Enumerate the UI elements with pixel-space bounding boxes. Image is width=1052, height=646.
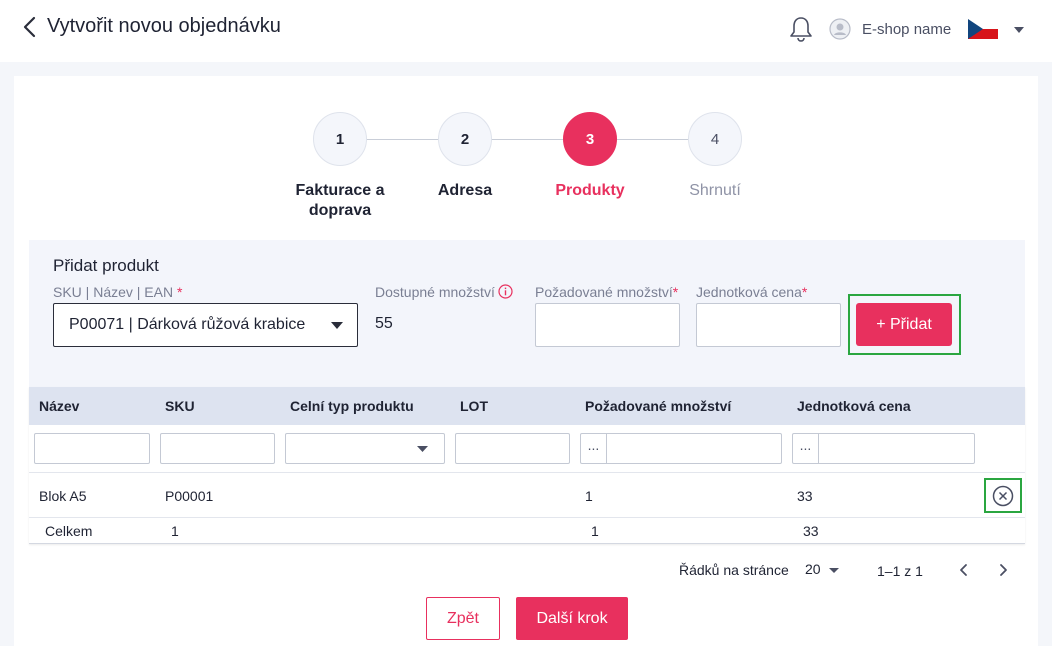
filter-quantity-range[interactable]: ... <box>580 433 782 464</box>
step-connector <box>616 139 688 140</box>
filter-unit-price-range[interactable]: ... <box>792 433 975 464</box>
step-3-label: Produkty <box>555 182 625 199</box>
rows-per-page-select[interactable]: 20 <box>805 561 841 581</box>
chevron-down-icon <box>829 568 839 573</box>
filter-name-input[interactable] <box>34 433 150 464</box>
step-1-label: Fakturace a doprava <box>295 182 385 219</box>
close-circle-icon <box>992 485 1014 506</box>
column-header-sku[interactable]: SKU <box>165 398 195 414</box>
info-icon[interactable] <box>498 284 513 299</box>
step-1-circle[interactable]: 1 <box>313 112 367 166</box>
pagination-range: 1–1 z 1 <box>877 563 923 579</box>
next-step-button[interactable]: Další krok <box>516 597 628 640</box>
step-4-label: Shrnutí <box>689 182 741 199</box>
requested-quantity-input[interactable] <box>535 303 680 347</box>
available-label: Dostupné množství <box>375 284 513 300</box>
unit-price-label: Jednotková cena* <box>696 284 808 300</box>
table-row: Blok A5 P00001 1 33 <box>29 474 1025 518</box>
back-button[interactable]: Zpět <box>426 597 500 640</box>
rows-per-page-label: Řádků na stránce <box>679 562 789 578</box>
filter-customs-type-select[interactable] <box>285 433 445 464</box>
rows-per-page-value: 20 <box>805 561 821 577</box>
total-row: Celkem 1 1 33 <box>29 519 1025 543</box>
chevron-down-icon <box>331 322 343 329</box>
sku-select[interactable]: P00071 | Dárková růžová krabice <box>53 303 358 347</box>
back-arrow-icon[interactable] <box>20 14 42 40</box>
step-4-circle: 4 <box>688 112 742 166</box>
cell-unit-price: 33 <box>797 488 813 504</box>
total-sku: 1 <box>171 523 179 539</box>
table-header: Název SKU Celní typ produktu LOT Požadov… <box>29 387 1025 425</box>
step-3-circle[interactable]: 3 <box>563 112 617 166</box>
column-header-name[interactable]: Název <box>39 398 79 414</box>
bell-icon[interactable] <box>788 15 814 43</box>
user-avatar-icon[interactable] <box>829 18 851 40</box>
remove-row-button[interactable] <box>984 478 1022 513</box>
filter-row: ... ... <box>29 425 1025 473</box>
filter-sku-input[interactable] <box>160 433 275 464</box>
column-header-unit-price[interactable]: Jednotková cena <box>797 398 911 414</box>
column-header-customs-type[interactable]: Celní typ produktu <box>290 398 414 414</box>
cell-sku: P00001 <box>165 488 214 504</box>
cell-quantity: 1 <box>585 488 593 504</box>
page-title: Vytvořit novou objednávku <box>47 15 281 37</box>
sku-label: SKU | Název | EAN * <box>53 284 183 300</box>
chevron-down-icon <box>417 446 428 452</box>
range-operator[interactable]: ... <box>793 434 819 463</box>
step-connector <box>491 139 563 140</box>
column-header-requested-quantity[interactable]: Požadované množství <box>585 398 731 414</box>
cell-name: Blok A5 <box>39 488 87 504</box>
top-bar: Vytvořit novou objednávku E-shop name <box>0 0 1052 62</box>
chevron-left-icon[interactable] <box>955 560 973 580</box>
step-2-circle[interactable]: 2 <box>438 112 492 166</box>
shop-name[interactable]: E-shop name <box>862 21 951 38</box>
total-quantity: 1 <box>591 523 599 539</box>
chevron-right-icon[interactable] <box>994 560 1012 580</box>
add-product-button[interactable]: + Přidat <box>856 303 952 346</box>
language-dropdown-icon[interactable] <box>1013 26 1025 34</box>
total-unit-price: 33 <box>803 523 819 539</box>
total-label: Celkem <box>45 523 93 539</box>
step-2-label: Adresa <box>437 182 493 199</box>
add-product-title: Přidat produkt <box>53 256 159 275</box>
products-table: Název SKU Celní typ produktu LOT Požadov… <box>29 387 1025 544</box>
sku-select-value: P00071 | Dárková růžová krabice <box>69 316 306 333</box>
column-header-lot[interactable]: LOT <box>460 398 488 414</box>
step-connector <box>366 139 438 140</box>
requested-quantity-label: Požadované množství* <box>535 284 679 300</box>
filter-lot-input[interactable] <box>455 433 570 464</box>
czech-flag-icon[interactable] <box>968 19 998 39</box>
range-operator[interactable]: ... <box>581 434 607 463</box>
available-quantity-value: 55 <box>375 315 393 332</box>
unit-price-input[interactable] <box>696 303 841 347</box>
